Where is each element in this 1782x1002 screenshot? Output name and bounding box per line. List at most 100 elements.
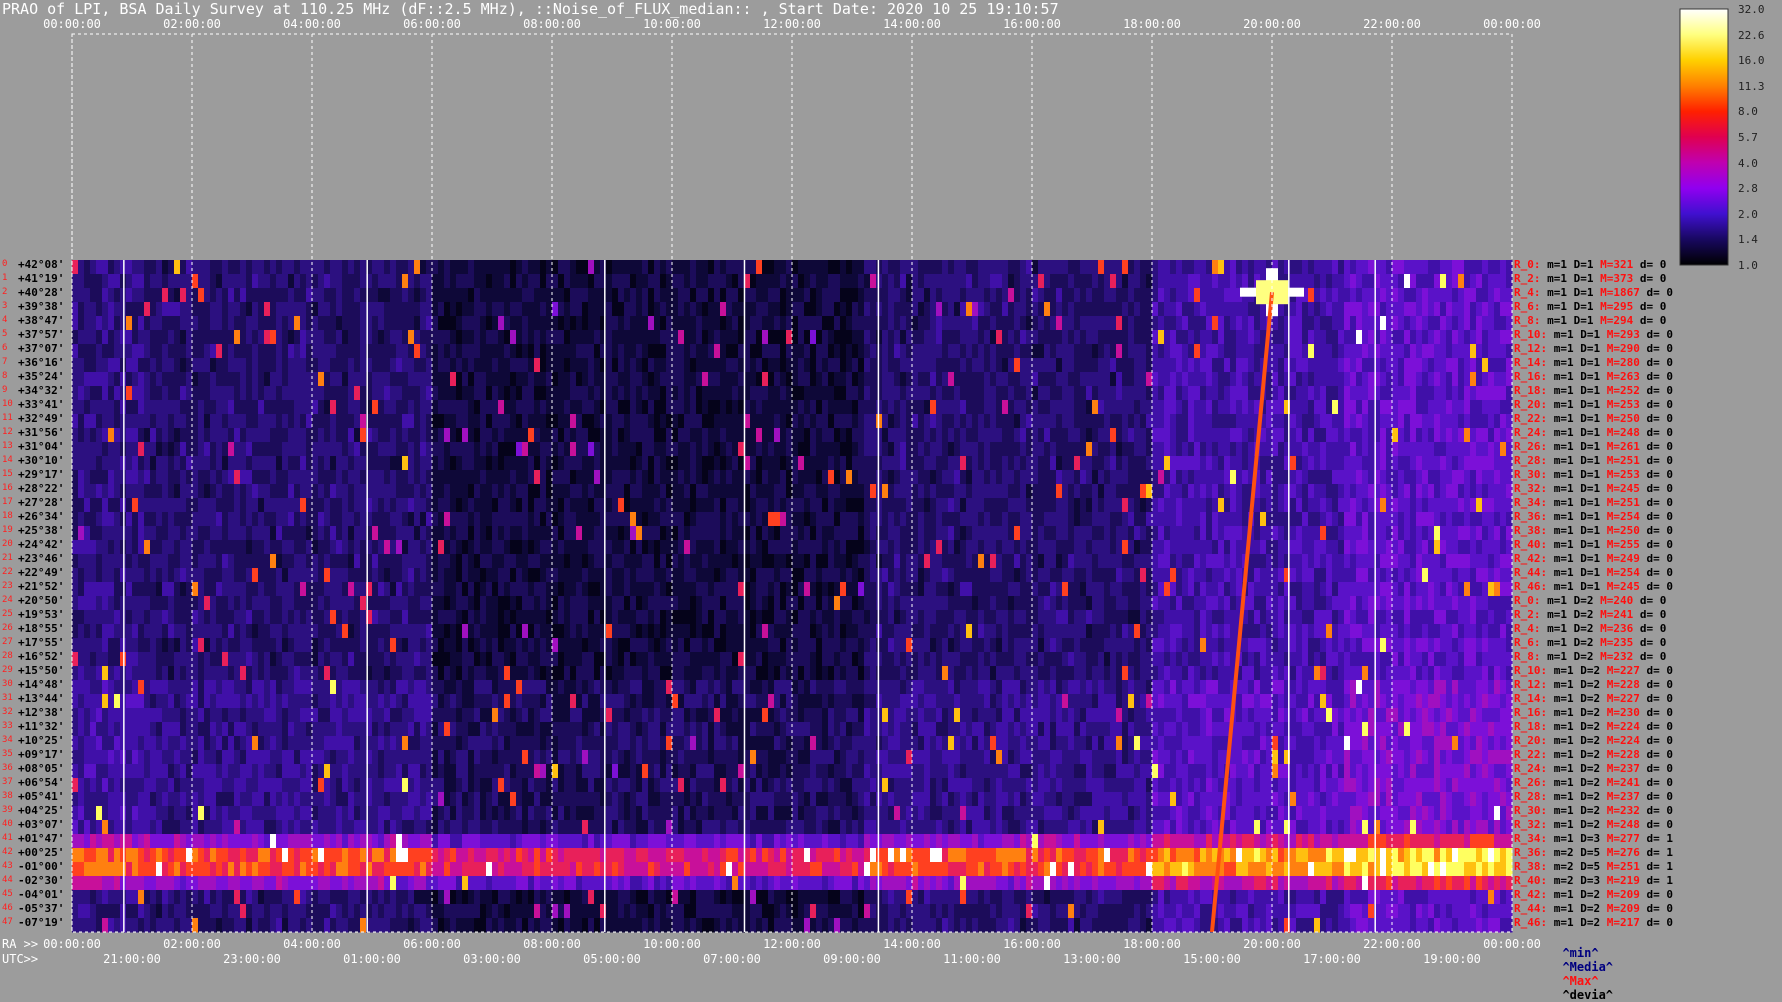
heatmap-cell [1428, 526, 1435, 541]
heatmap-cell [990, 526, 997, 541]
heatmap-cell [624, 498, 631, 513]
heatmap-cell [762, 400, 769, 415]
heatmap-cell [84, 274, 91, 289]
heatmap-cell [1206, 260, 1213, 275]
heatmap-cell [1230, 498, 1237, 513]
heatmap-cell [474, 498, 481, 513]
heatmap-cell [1362, 372, 1369, 387]
heatmap-cell [852, 316, 859, 331]
heatmap-cell [432, 330, 439, 345]
heatmap-cell [714, 526, 721, 541]
heatmap-cell [300, 428, 307, 443]
heatmap-cell [510, 428, 517, 443]
heatmap-cell [270, 512, 277, 527]
heatmap-cell [330, 288, 337, 303]
heatmap-cell [318, 372, 325, 387]
heatmap-cell [1368, 274, 1375, 289]
heatmap-cell [840, 260, 847, 275]
heatmap-cell [1290, 456, 1297, 471]
heatmap-cell [1014, 260, 1021, 275]
heatmap-cell [240, 386, 247, 401]
heatmap-cell [180, 512, 187, 527]
heatmap-cell [1008, 302, 1015, 317]
heatmap-cell [1224, 512, 1231, 527]
heatmap-cell [330, 260, 337, 275]
heatmap-cell [1344, 372, 1351, 387]
heatmap-cell [1080, 330, 1087, 345]
heatmap-cell [888, 498, 895, 513]
heatmap-cell [1326, 386, 1333, 401]
heatmap-cell [660, 512, 667, 527]
heatmap-cell [1398, 288, 1405, 303]
heatmap-cell [642, 274, 649, 289]
heatmap-cell [1464, 344, 1471, 359]
heatmap-cell [1482, 344, 1489, 359]
heatmap-cell [78, 400, 85, 415]
heatmap-cell [768, 386, 775, 401]
heatmap-cell [1080, 414, 1087, 429]
heatmap-cell [312, 400, 319, 415]
heatmap-cell [894, 400, 901, 415]
heatmap-cell [1044, 288, 1051, 303]
heatmap-cell [138, 470, 145, 485]
heatmap-cell [420, 484, 427, 499]
heatmap-cell [1326, 512, 1333, 527]
heatmap-cell [576, 372, 583, 387]
heatmap-cell [1068, 484, 1075, 499]
heatmap-cell [246, 316, 253, 331]
heatmap-cell [300, 526, 307, 541]
heatmap-cell [918, 260, 925, 275]
heatmap-cell [1062, 414, 1069, 429]
heatmap-cell [510, 512, 517, 527]
heatmap-cell [606, 442, 613, 457]
heatmap-cell [582, 470, 589, 485]
heatmap-cell [150, 400, 157, 415]
heatmap-cell [834, 288, 841, 303]
heatmap-cell [912, 288, 919, 303]
heatmap-cell [642, 330, 649, 345]
heatmap-cell [318, 260, 325, 275]
heatmap-cell [1404, 512, 1411, 527]
heatmap-cell [1128, 260, 1135, 275]
heatmap-cell [300, 456, 307, 471]
heatmap-cell [138, 316, 145, 331]
heatmap-cell [540, 498, 547, 513]
heatmap-cell [864, 512, 871, 527]
heatmap-cell [348, 470, 355, 485]
heatmap-cell [168, 428, 175, 443]
heatmap-cell [456, 316, 463, 331]
heatmap-cell [1038, 540, 1045, 555]
heatmap-cell [810, 274, 817, 289]
heatmap-cell [1080, 288, 1087, 303]
heatmap-cell [192, 274, 199, 289]
heatmap-cell [816, 274, 823, 289]
heatmap-cell [360, 316, 367, 331]
heatmap-cell [96, 358, 103, 373]
heatmap-cell [1338, 344, 1345, 359]
heatmap-cell [96, 288, 103, 303]
heatmap-cell [672, 484, 679, 499]
heatmap-cell [1200, 316, 1207, 331]
heatmap-cell [804, 288, 811, 303]
heatmap-cell [1212, 470, 1219, 485]
heatmap-cell [960, 274, 967, 289]
heatmap-cell [846, 484, 853, 499]
heatmap-cell [672, 274, 679, 289]
heatmap-cell [1158, 302, 1165, 317]
heatmap-cell [1074, 540, 1081, 555]
heatmap-cell [720, 400, 727, 415]
heatmap-cell [654, 302, 661, 317]
heatmap-cell [954, 288, 961, 303]
heatmap-cell [726, 344, 733, 359]
heatmap-cell [354, 386, 361, 401]
heatmap-cell [930, 274, 937, 289]
heatmap-cell [828, 330, 835, 345]
heatmap-cell [378, 512, 385, 527]
heatmap-cell [762, 512, 769, 527]
heatmap-cell [606, 344, 613, 359]
heatmap-cell [1176, 428, 1183, 443]
heatmap-cell [894, 442, 901, 457]
heatmap-cell [210, 526, 217, 541]
heatmap-cell [132, 540, 139, 555]
heatmap-cell [1110, 470, 1117, 485]
